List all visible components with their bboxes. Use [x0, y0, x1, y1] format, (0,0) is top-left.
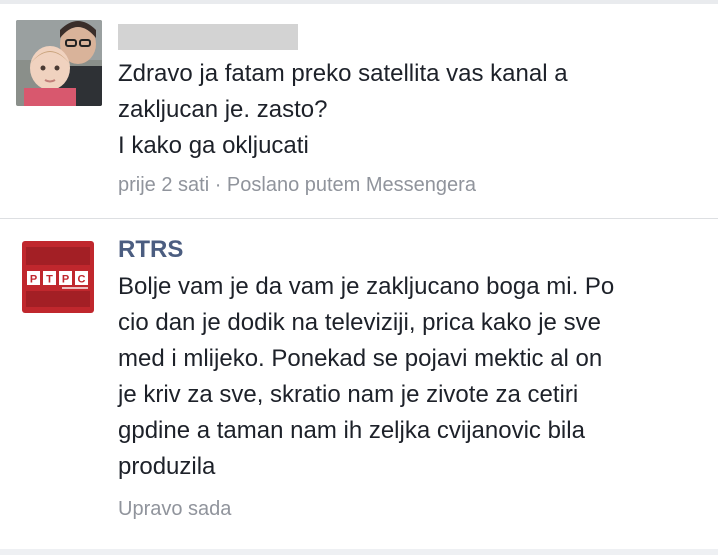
message-line: Zdravo ja fatam preko satellita vas kana… [118, 60, 568, 87]
svg-text:С: С [78, 274, 86, 286]
message-line: med i mlijeko. Ponekad se pojavi mektic … [118, 345, 603, 372]
message-line: zakljucan je. zasto? [118, 96, 328, 123]
sender-name[interactable]: RTRS [118, 236, 183, 264]
message-text: Bolje vam je da vam je zakljucano boga m… [118, 269, 708, 485]
message-line: cio dan je dodik na televiziji, prica ka… [118, 309, 601, 336]
message-item-1: Zdravo ja fatam preko satellita vas kana… [0, 4, 718, 218]
message-line: produzila [118, 453, 216, 480]
message-line: gpdine a taman nam ih zeljka cvijanovic … [118, 417, 585, 444]
message-item-2: Р Т Р С RTRS Bolje vam je da vam je zakl… [0, 219, 718, 549]
message-line: I kako ga okljucati [118, 132, 309, 159]
sender-name-redacted[interactable] [118, 24, 298, 50]
message-line: Bolje vam je da vam je zakljucano boga m… [118, 273, 615, 300]
message-text: Zdravo ja fatam preko satellita vas kana… [118, 56, 708, 164]
bottom-divider [0, 549, 718, 555]
svg-text:Р: Р [30, 274, 37, 286]
rtrs-logo-icon: Р Т Р С [22, 241, 94, 313]
message-line: je kriv za sve, skratio nam je zivote za… [118, 381, 579, 408]
user-photo-avatar [16, 20, 102, 106]
svg-text:Р: Р [62, 274, 69, 286]
avatar[interactable]: Р Т Р С [22, 241, 94, 313]
message-timestamp: prije 2 sati · Poslano putem Messengera [118, 174, 476, 196]
message-timestamp: Upravo sada [118, 498, 232, 520]
svg-text:Т: Т [46, 274, 53, 286]
avatar[interactable] [16, 20, 102, 106]
